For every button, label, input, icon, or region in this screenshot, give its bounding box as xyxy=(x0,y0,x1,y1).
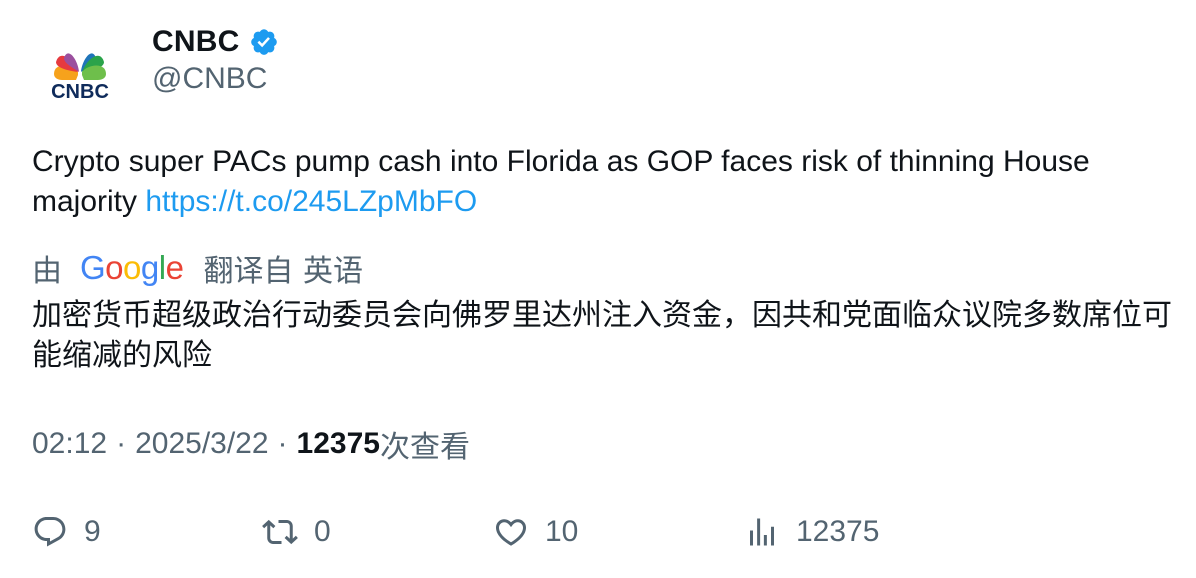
meta-separator: · xyxy=(277,427,288,460)
views-action-count: 12375 xyxy=(796,515,880,548)
meta-separator: · xyxy=(116,427,127,460)
author-name-row: CNBC xyxy=(152,22,279,62)
cnbc-logo: CNBC xyxy=(51,53,109,103)
retweet-icon xyxy=(262,514,298,550)
like-button[interactable]: 10 xyxy=(493,508,578,556)
google-logo[interactable]: Google xyxy=(80,249,184,287)
views-icon xyxy=(744,514,780,550)
views-button[interactable]: 12375 xyxy=(744,508,879,556)
reply-button[interactable]: 9 xyxy=(32,508,101,556)
tweet-time[interactable]: 02:12 xyxy=(32,427,107,461)
tweet-text: Crypto super PACs pump cash into Florida… xyxy=(32,142,1172,222)
verified-badge-icon xyxy=(249,27,279,57)
tweet-link[interactable]: https://t.co/245LZpMbFO xyxy=(145,185,477,218)
tweet: CNBC CNBC @CNBC Crypto super PACs pump c… xyxy=(0,0,1196,578)
avatar[interactable]: CNBC xyxy=(32,28,128,124)
views-count: 12375 xyxy=(296,427,380,460)
retweet-button[interactable]: 0 xyxy=(262,508,331,556)
translation-attribution: 由 Google 翻译自 英语 xyxy=(32,246,363,290)
translation-prefix: 由 xyxy=(32,254,62,289)
tweet-date[interactable]: 2025/3/22 xyxy=(135,427,268,461)
heart-icon xyxy=(493,514,529,550)
views-label: 次查看 xyxy=(379,430,470,465)
tweet-meta: 02:12 · 2025/3/22 · 12375 次查看 xyxy=(32,424,470,465)
action-bar: 9 0 10 12375 xyxy=(0,508,1196,556)
translation-suffix: 翻译自 英语 xyxy=(203,254,363,289)
logo-wordmark: CNBC xyxy=(51,81,109,103)
author-display-name[interactable]: CNBC xyxy=(152,25,239,59)
translated-text: 加密货币超级政治行动委员会向佛罗里达州注入资金，因共和党面临众议院多数席位可能缩… xyxy=(32,298,1172,373)
reply-count: 9 xyxy=(84,515,101,548)
reply-icon xyxy=(32,514,68,550)
author-handle[interactable]: @CNBC xyxy=(152,62,267,96)
like-count: 10 xyxy=(545,515,579,548)
retweet-count: 0 xyxy=(314,515,331,548)
